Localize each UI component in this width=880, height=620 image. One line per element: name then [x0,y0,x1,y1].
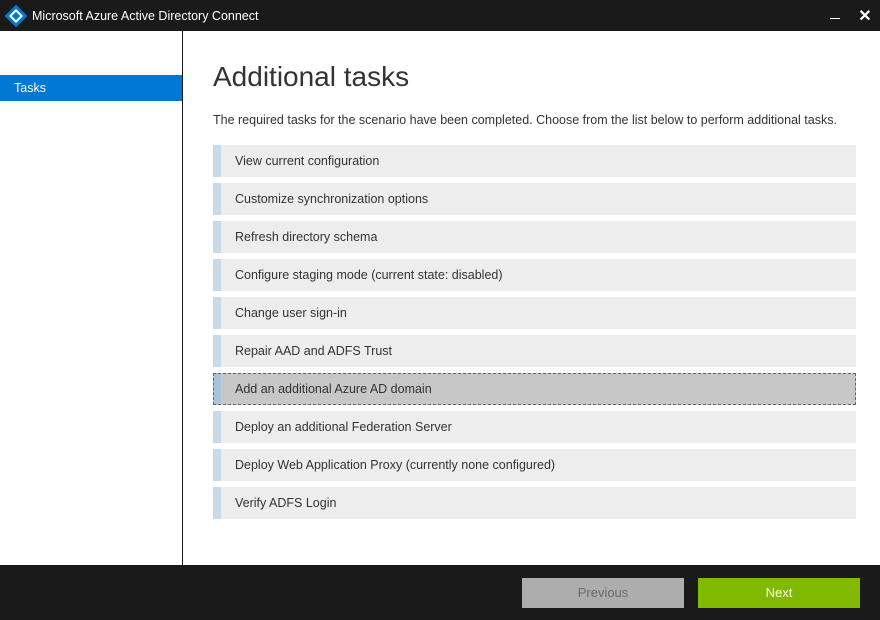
task-staging-mode[interactable]: Configure staging mode (current state: d… [213,259,856,291]
task-refresh-schema[interactable]: Refresh directory schema [213,221,856,253]
app-icon [5,4,28,27]
titlebar-controls: ✕ [820,0,880,31]
task-accent [213,411,221,443]
minimize-button[interactable] [820,0,850,31]
sidebar-item-label: Tasks [14,81,46,95]
previous-button: Previous [522,578,684,608]
task-accent [213,259,221,291]
sidebar-item-tasks[interactable]: Tasks [0,75,182,101]
task-list: View current configuration Customize syn… [213,145,856,519]
task-label: Repair AAD and ADFS Trust [235,344,392,358]
task-accent [213,221,221,253]
task-label: Deploy Web Application Proxy (currently … [235,458,555,472]
page-title: Additional tasks [213,61,856,93]
task-accent [213,297,221,329]
task-deploy-federation[interactable]: Deploy an additional Federation Server [213,411,856,443]
task-verify-adfs[interactable]: Verify ADFS Login [213,487,856,519]
task-label: Deploy an additional Federation Server [235,420,452,434]
task-label: Configure staging mode (current state: d… [235,268,503,282]
task-customize-sync[interactable]: Customize synchronization options [213,183,856,215]
task-accent [213,183,221,215]
task-label: Change user sign-in [235,306,347,320]
task-label: Verify ADFS Login [235,496,336,510]
task-accent [213,449,221,481]
footer: Previous Next [0,565,880,620]
task-change-signin[interactable]: Change user sign-in [213,297,856,329]
task-label: Refresh directory schema [235,230,377,244]
main-content: Additional tasks The required tasks for … [183,31,880,565]
task-repair-trust[interactable]: Repair AAD and ADFS Trust [213,335,856,367]
task-accent [213,145,221,177]
task-view-config[interactable]: View current configuration [213,145,856,177]
titlebar: Microsoft Azure Active Directory Connect… [0,0,880,31]
task-accent [213,487,221,519]
task-add-domain[interactable]: Add an additional Azure AD domain [213,373,856,405]
task-deploy-wap[interactable]: Deploy Web Application Proxy (currently … [213,449,856,481]
task-label: Add an additional Azure AD domain [235,382,432,396]
task-label: Customize synchronization options [235,192,428,206]
page-description: The required tasks for the scenario have… [213,111,856,129]
task-accent [213,335,221,367]
body-area: Tasks Additional tasks The required task… [0,31,880,565]
task-accent [213,373,221,405]
sidebar: Tasks [0,31,183,565]
close-button[interactable]: ✕ [850,0,880,31]
task-label: View current configuration [235,154,379,168]
titlebar-title: Microsoft Azure Active Directory Connect [32,9,258,23]
next-button[interactable]: Next [698,578,860,608]
